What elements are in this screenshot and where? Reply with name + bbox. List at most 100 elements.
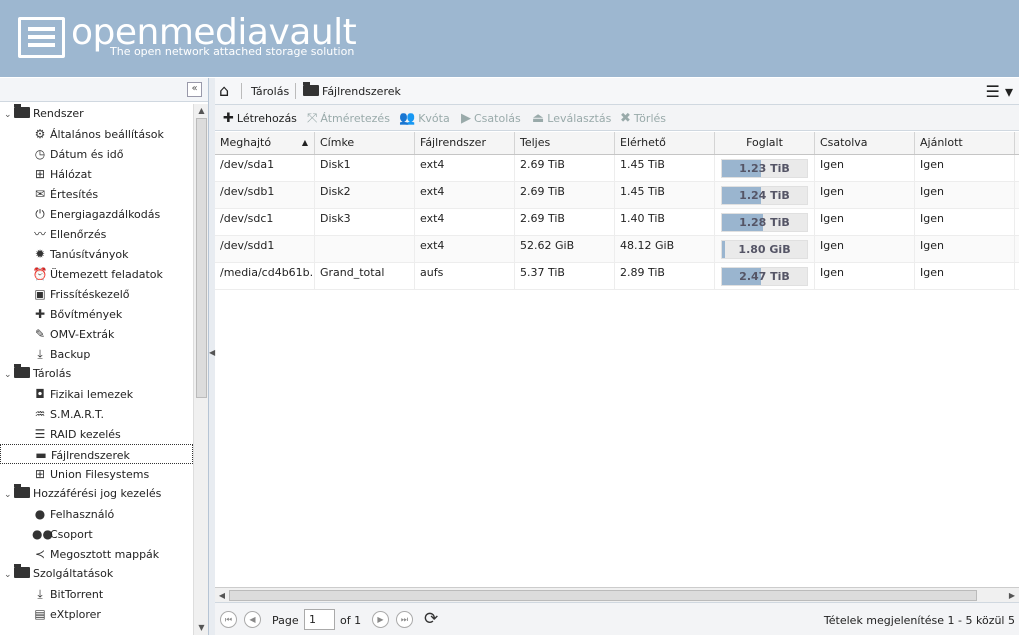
home-icon[interactable]: ⌂: [219, 83, 229, 99]
table-row[interactable]: /dev/sdb1 Disk2 ext4 2.69 TiB 1.45 TiB 1.24 T…: [215, 182, 1019, 209]
sidebar-item-backup[interactable]: ⤓ Backup: [0, 344, 193, 364]
table-row[interactable]: /dev/sdd1 ext4 52.62 GiB 48.12 GiB 1.80 GiB I…: [215, 236, 1019, 263]
scroll-left-icon[interactable]: ◀: [215, 588, 229, 603]
sidebar-item-datum-es-ido[interactable]: ◷ Dátum és idő: [0, 144, 193, 164]
sidebar-item-utemezett-feladatok[interactable]: ⏰ Ütemezett feladatok: [0, 264, 193, 284]
expand-arrow-icon[interactable]: ⌄: [4, 485, 14, 505]
column-header-filesystem[interactable]: Fájlrendszer: [415, 132, 515, 154]
sidebar-item-halozat[interactable]: ⊞ Hálózat: [0, 164, 193, 184]
previous-page-icon[interactable]: ◀: [244, 611, 261, 628]
cell-filesystem: aufs: [415, 263, 515, 289]
sidebar-item-megosztott-mappak[interactable]: ≺ Megosztott mappák: [0, 544, 193, 564]
sidebar-item-bittorrent[interactable]: ⤓ BitTorrent: [0, 584, 193, 604]
expand-arrow-icon[interactable]: ⌄: [4, 105, 14, 125]
logo-icon: [18, 17, 65, 58]
refresh-icon[interactable]: ⟳: [424, 609, 438, 629]
scrollbar-thumb[interactable]: [229, 590, 977, 601]
sidebar-item-extplorer[interactable]: ▤ eXtplorer: [0, 604, 193, 624]
delete-button[interactable]: ✖ Törlés: [616, 109, 670, 128]
expand-arrow-icon[interactable]: ⌄: [4, 565, 14, 585]
sidebar-item-fizikai-lemezek[interactable]: ◘ Fizikai lemezek: [0, 384, 193, 404]
sidebar-item-omv-extrak[interactable]: ✎ OMV-Extrák: [0, 324, 193, 344]
expand-arrow-icon[interactable]: ⌄: [4, 365, 14, 385]
folder-icon: [303, 82, 319, 96]
cell-available: 1.45 TiB: [615, 155, 715, 181]
main-panel: ⌂ Tárolás Fájlrendszerek ☰ ▾ ✚ Létrehozás…: [215, 78, 1019, 635]
sidebar-item-union-filesystems[interactable]: ⊞ Union Filesystems: [0, 464, 193, 484]
table-row[interactable]: /dev/sda1 Disk1 ext4 2.69 TiB 1.45 TiB 1.23 T…: [215, 155, 1019, 182]
envelope-icon: ✉: [34, 187, 46, 201]
sidebar-item-label: RAID kezelés: [50, 428, 121, 441]
usage-bar-text: 2.47 TiB: [739, 270, 790, 283]
disk-icon: ◘: [35, 387, 45, 401]
folder-open-icon: [14, 484, 30, 498]
scroll-up-icon[interactable]: ▲: [194, 104, 209, 118]
sidebar-item-csoport[interactable]: ●●Csoport: [0, 524, 193, 544]
usage-bar-text: 1.80 GiB: [738, 243, 791, 256]
sidebar-item-ellenorzes[interactable]: 〰 Ellenőrzés: [0, 224, 193, 244]
column-header-total[interactable]: Teljes: [515, 132, 615, 154]
plus-icon: ✚: [223, 111, 234, 126]
sidebar-item-energiagazdalkodas[interactable]: ⏻ Energiagazdálkodás: [0, 204, 193, 224]
sidebar-item-s-m-a-r-t[interactable]: ♒ S.M.A.R.T.: [0, 404, 193, 424]
folder-open-icon: [14, 364, 30, 378]
scroll-down-icon[interactable]: ▼: [194, 621, 209, 635]
sidebar-item-raid-kezeles[interactable]: ☰ RAID kezelés: [0, 424, 193, 444]
table-horizontal-scrollbar[interactable]: ◀ ▶: [215, 587, 1019, 602]
tree-group-label: Hozzáférési jog kezelés: [33, 487, 162, 500]
sidebar-item-fajlrendszerek[interactable]: ▬ Fájlrendszerek: [0, 444, 193, 464]
last-page-icon[interactable]: ⏭: [396, 611, 413, 628]
table-row[interactable]: /dev/sdc1 Disk3 ext4 2.69 TiB 1.40 TiB 1.28 T…: [215, 209, 1019, 236]
column-header-device[interactable]: Meghajtó ▲: [215, 132, 315, 154]
tree-group-szolgaltatasok[interactable]: ⌄ Szolgáltatások: [0, 564, 193, 584]
column-header-mounted[interactable]: Csatolva: [815, 132, 915, 154]
unmount-button[interactable]: ⏏ Leválasztás: [528, 109, 615, 128]
sidebar-item-ertesites[interactable]: ✉ Értesítés: [0, 184, 193, 204]
sidebar-item-label: Általános beállítások: [50, 128, 164, 141]
sidebar-item-tanusitvanyok[interactable]: ✹ Tanúsítványok: [0, 244, 193, 264]
cell-referenced: Igen: [915, 209, 1015, 235]
usage-bar: 1.28 TiB: [721, 213, 808, 232]
database-icon: ☰: [34, 427, 46, 441]
clock-icon: ◷: [34, 147, 46, 161]
scroll-right-icon[interactable]: ▶: [1005, 588, 1019, 603]
sidebar-item-felhasznalo[interactable]: ● Felhasználó: [0, 504, 193, 524]
sidebar-item-altalanos-beallitasok[interactable]: ⚙ Általános beállítások: [0, 124, 193, 144]
column-header-label[interactable]: Címke: [315, 132, 415, 154]
breadcrumb-section[interactable]: Tárolás: [251, 85, 289, 98]
cell-used: 2.47 TiB: [715, 263, 815, 289]
tree-group-hozzaferesi-jog-kezeles[interactable]: ⌄ Hozzáférési jog kezelés: [0, 484, 193, 504]
page-number-input[interactable]: 1: [304, 609, 335, 630]
cell-mounted: Igen: [815, 155, 915, 181]
column-header-available[interactable]: Elérhető: [615, 132, 715, 154]
cell-total: 2.69 TiB: [515, 209, 615, 235]
usage-bar: 1.24 TiB: [721, 186, 808, 205]
resize-label: Átméretezés: [320, 112, 390, 125]
resize-button[interactable]: ⤧ Átméretezés: [303, 109, 394, 128]
mount-button[interactable]: ▶ Csatolás: [457, 109, 525, 128]
folder-icon: ▬: [35, 448, 47, 462]
cell-filesystem: ext4: [415, 182, 515, 208]
collapse-sidebar-button[interactable]: «: [187, 82, 202, 97]
column-label: Meghajtó: [220, 136, 272, 149]
table-row[interactable]: /media/cd4b61b... Grand_total aufs 5.37 TiB…: [215, 263, 1019, 290]
play-icon: ▶: [461, 111, 471, 126]
scrollbar-thumb[interactable]: [196, 118, 207, 398]
next-page-icon[interactable]: ▶: [372, 611, 389, 628]
breadcrumb-page: Fájlrendszerek: [303, 82, 401, 98]
column-header-used[interactable]: Foglalt: [715, 132, 815, 154]
first-page-icon[interactable]: ⏮: [220, 611, 237, 628]
tree-group-tarolas[interactable]: ⌄ Tárolás: [0, 364, 193, 384]
cell-total: 2.69 TiB: [515, 155, 615, 181]
sidebar-scrollbar[interactable]: ▲ ▼: [193, 104, 208, 635]
menu-icon[interactable]: ☰ ▾: [986, 82, 1013, 101]
sidebar-item-bovitmenyek[interactable]: ✚ Bővítmények: [0, 304, 193, 324]
sidebar-item-frissiteskezelo[interactable]: ▣ Frissítéskezelő: [0, 284, 193, 304]
usage-bar: 1.23 TiB: [721, 159, 808, 178]
sitemap-icon: ⊞: [34, 467, 46, 481]
quota-button[interactable]: 👥 Kvóta: [395, 109, 454, 128]
column-header-referenced[interactable]: Ajánlott: [915, 132, 1015, 154]
sidebar-item-label: BitTorrent: [50, 588, 104, 601]
create-button[interactable]: ✚ Létrehozás: [219, 109, 301, 128]
tree-group-rendszer[interactable]: ⌄ Rendszer: [0, 104, 193, 124]
